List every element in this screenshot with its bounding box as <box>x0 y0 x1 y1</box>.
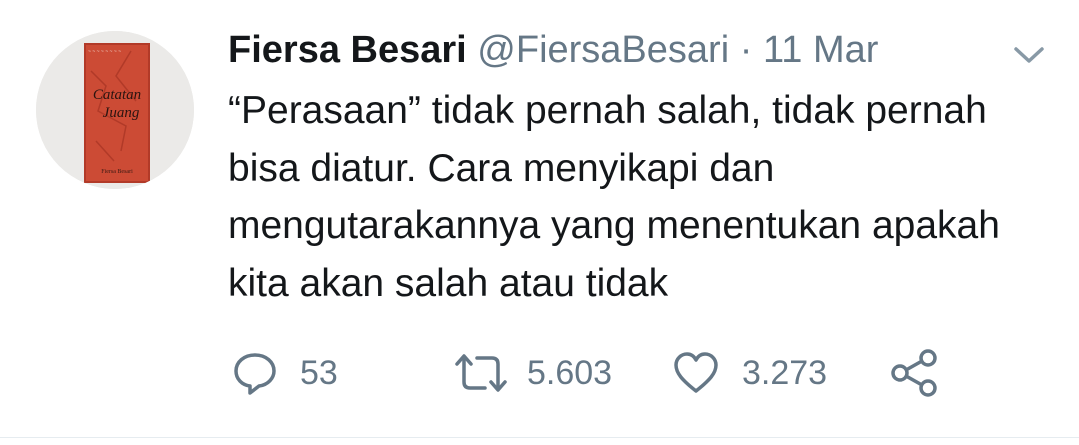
reply-count: 53 <box>300 354 338 392</box>
reply-icon <box>234 353 276 395</box>
author-handle[interactable]: @FiersaBesari <box>477 29 729 71</box>
share-icon <box>891 349 937 397</box>
avatar[interactable]: ~ ~ ~ ~ ~ ~ ~ ~ Catatan Juang Fiersa Bes… <box>36 31 194 189</box>
author-name[interactable]: Fiersa Besari <box>228 29 467 71</box>
tweet-date[interactable]: 11 Mar <box>763 29 878 71</box>
retweet-button[interactable]: 5.603 <box>453 345 612 401</box>
divider <box>0 437 1079 438</box>
like-count: 3.273 <box>742 354 828 392</box>
reply-button[interactable]: 53 <box>232 345 338 401</box>
cover-small-text: ~ ~ ~ ~ ~ ~ ~ ~ <box>88 49 121 55</box>
cover-author: Fiersa Besari <box>101 169 133 175</box>
retweet-icon <box>455 354 507 392</box>
tweet-header: Fiersa Besari @FiersaBesari · 11 Mar <box>228 27 878 73</box>
chevron-down-icon[interactable] <box>1012 44 1046 66</box>
like-button[interactable]: 3.273 <box>672 345 827 401</box>
cover-title-2: Juang <box>103 105 140 121</box>
header-separator: · <box>739 29 753 71</box>
retweet-count: 5.603 <box>527 354 613 392</box>
cover-title-1: Catatan <box>93 87 141 103</box>
share-button[interactable] <box>890 345 938 401</box>
action-bar: 53 5.603 3.273 <box>0 345 1079 401</box>
heart-icon <box>674 352 718 393</box>
tweet-text: “Perasaan” tidak pernah salah, tidak per… <box>228 89 1000 305</box>
tweet-card[interactable]: ~ ~ ~ ~ ~ ~ ~ ~ Catatan Juang Fiersa Bes… <box>0 0 1079 445</box>
book-cover-icon: ~ ~ ~ ~ ~ ~ ~ ~ Catatan Juang Fiersa Bes… <box>36 31 194 189</box>
